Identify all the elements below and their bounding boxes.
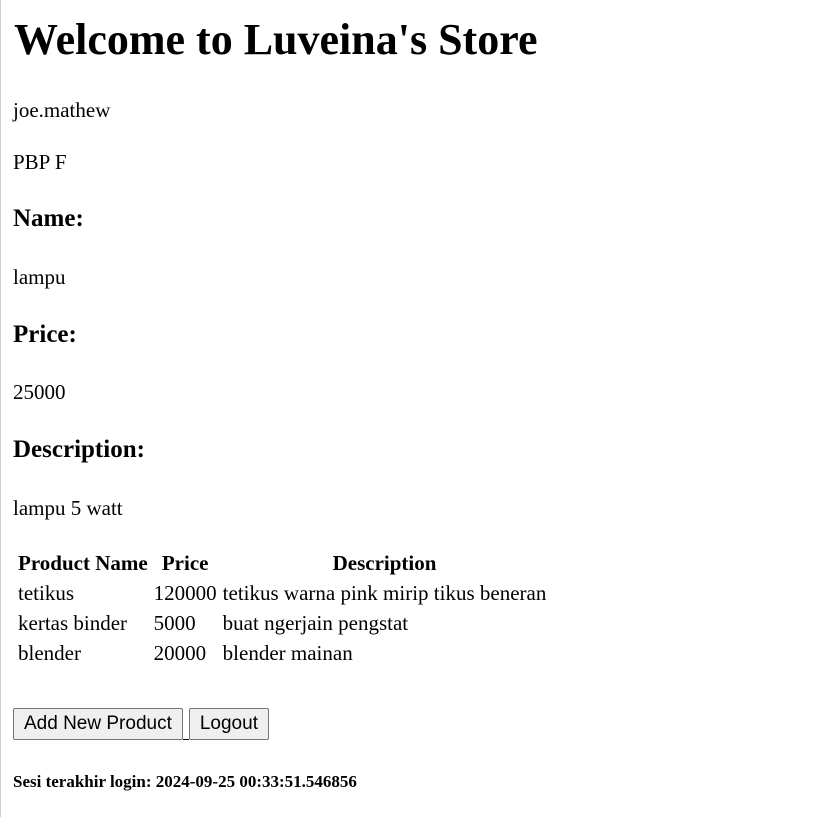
table-header-row: Product Name Price Description <box>17 550 547 576</box>
class-text: PBP F <box>13 150 67 174</box>
page-title: Welcome to Luveina's Store <box>14 15 538 64</box>
cell-description: buat ngerjain pengstat <box>222 611 409 635</box>
action-buttons: Add New Product Logout <box>13 708 269 740</box>
cell-product-name: tetikus <box>18 581 74 605</box>
logout-button[interactable]: Logout <box>188 708 269 740</box>
last-login-text: Sesi terakhir login: 2024-09-25 00:33:51… <box>13 772 357 791</box>
username-text: joe.mathew <box>13 98 111 122</box>
cell-description: blender mainan <box>222 641 353 665</box>
cell-product-name: kertas binder <box>18 611 128 635</box>
column-header-description: Description <box>332 551 437 575</box>
table-row: kertas binder 5000 buat ngerjain pengsta… <box>17 610 547 636</box>
name-heading: Name: <box>13 205 84 232</box>
description-value: lampu 5 watt <box>13 496 123 520</box>
cell-price: 20000 <box>153 641 207 665</box>
table-row: tetikus 120000 tetikus warna pink mirip … <box>17 580 547 606</box>
link-underline-divider <box>182 711 189 740</box>
add-new-product-button[interactable]: Add New Product <box>13 708 183 740</box>
table-row: blender 20000 blender mainan <box>17 640 547 666</box>
description-heading: Description: <box>13 436 145 463</box>
column-header-price: Price <box>161 551 209 575</box>
cell-description: tetikus warna pink mirip tikus beneran <box>222 581 547 605</box>
price-heading: Price: <box>13 321 77 348</box>
price-value: 25000 <box>13 380 66 404</box>
column-header-product-name: Product Name <box>18 551 148 575</box>
cell-price: 5000 <box>153 611 196 635</box>
product-table: Product Name Price Description tetikus 1… <box>13 546 551 670</box>
cell-price: 120000 <box>153 581 217 605</box>
page: Welcome to Luveina's Store <box>0 0 818 817</box>
name-value: lampu <box>13 265 66 289</box>
cell-product-name: blender <box>18 641 81 665</box>
